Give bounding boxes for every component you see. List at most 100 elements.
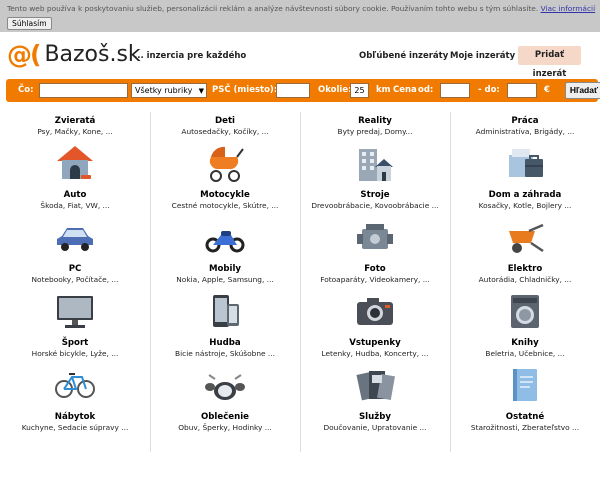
category-title[interactable]: Deti xyxy=(150,116,300,127)
category-cell[interactable]: Hudba Bicie nástroje, Skúšobne ... xyxy=(150,334,300,407)
category-subtitle[interactable]: Kosačky, Kotle, Bojlery ... xyxy=(450,201,600,211)
tagline: ... inzercia pre každého xyxy=(134,51,247,61)
search-radius-input[interactable] xyxy=(350,83,369,98)
category-cell[interactable]: Reality Byty predaj, Domy... xyxy=(300,112,450,185)
category-subtitle[interactable]: Kuchyne, Sedacie súpravy ... xyxy=(0,423,150,433)
category-cell[interactable]: Šport Horské bicykle, Lyže, ... xyxy=(0,334,150,407)
logo-mark: @( xyxy=(7,40,41,69)
category-cell[interactable]: Mobily Nokia, Apple, Samsung, ... xyxy=(150,260,300,333)
category-select[interactable]: Všetky rubriky ▼ xyxy=(131,83,207,98)
search-zip-input[interactable] xyxy=(276,83,310,98)
cookie-info-link[interactable]: Viac informácií xyxy=(541,4,596,13)
category-title[interactable]: Nábytok xyxy=(0,412,150,423)
category-cell[interactable]: Deti Autosedačky, Kočíky, ... xyxy=(150,112,300,185)
category-title[interactable]: Motocykle xyxy=(150,190,300,201)
search-submit-button[interactable]: Hľadať xyxy=(565,82,600,99)
bicycle-icon xyxy=(55,373,95,398)
category-subtitle[interactable]: Letenky, Hudba, Koncerty, ... xyxy=(300,349,450,359)
category-cell[interactable]: Oblečenie Obuv, Šperky, Hodinky ... xyxy=(150,408,300,481)
phone-icon xyxy=(213,295,239,327)
my-ads-link[interactable]: Moje inzeráty xyxy=(450,51,515,61)
category-title[interactable]: Knihy xyxy=(450,338,600,349)
category-cell[interactable]: Nábytok Kuchyne, Sedacie súpravy ... xyxy=(0,408,150,481)
search-price-from-input[interactable] xyxy=(440,83,470,98)
category-select-value: Všetky rubriky xyxy=(135,86,193,95)
category-title[interactable]: Elektro xyxy=(450,264,600,275)
search-what-label: Čo: xyxy=(18,85,34,95)
currency-label: € xyxy=(544,85,550,95)
category-cell[interactable]: Elektro Autorádia, Chladničky, ... xyxy=(450,260,600,333)
category-cell[interactable]: Dom a záhrada Kosačky, Kotle, Bojlery ..… xyxy=(450,186,600,259)
cookie-bar: Tento web používa k poskytovaniu služieb… xyxy=(0,0,600,32)
category-title[interactable]: Auto xyxy=(0,190,150,201)
category-title[interactable]: PC xyxy=(0,264,150,275)
book-icon xyxy=(513,369,537,401)
logo[interactable]: @( Bazoš.sk xyxy=(7,41,141,69)
favorites-link[interactable]: Obľúbené inzeráty xyxy=(359,51,448,61)
category-cell[interactable]: Zvieratá Psy, Mačky, Kone, ... xyxy=(0,112,150,185)
buildings-icon xyxy=(359,149,393,181)
category-subtitle[interactable]: Autorádia, Chladničky, ... xyxy=(450,275,600,285)
search-radius-label: Okolie: xyxy=(318,85,352,95)
category-cell[interactable]: Motocykle Cestné motocykle, Skútre, ... xyxy=(150,186,300,259)
category-title[interactable]: Služby xyxy=(300,412,450,423)
doghouse-icon xyxy=(57,146,93,179)
engine-icon xyxy=(357,224,393,249)
add-ad-button[interactable]: Pridať inzerát xyxy=(518,46,581,79)
car-icon xyxy=(57,228,93,251)
category-subtitle[interactable]: Notebooky, Počítače, ... xyxy=(0,275,150,285)
search-price-to-input[interactable] xyxy=(507,83,537,98)
category-subtitle[interactable]: Nokia, Apple, Samsung, ... xyxy=(150,275,300,285)
category-cell[interactable]: Práca Administratíva, Brigády, ... xyxy=(450,112,600,185)
logo-text: Bazoš.sk xyxy=(44,42,141,67)
monitor-icon xyxy=(57,296,93,328)
category-cell[interactable]: Auto Škoda, Fiat, VW, ... xyxy=(0,186,150,259)
category-title[interactable]: Hudba xyxy=(150,338,300,349)
category-subtitle[interactable]: Fotoaparáty, Videokamery, ... xyxy=(300,275,450,285)
category-title[interactable]: Zvieratá xyxy=(0,116,150,127)
cookie-message: Tento web používa k poskytovaniu služieb… xyxy=(7,4,539,13)
category-cell[interactable]: Vstupenky Letenky, Hudba, Koncerty, ... xyxy=(300,334,450,407)
search-what-input[interactable] xyxy=(39,83,128,98)
stroller-icon xyxy=(209,146,244,182)
category-subtitle[interactable]: Psy, Mačky, Kone, ... xyxy=(0,127,150,137)
category-title[interactable]: Reality xyxy=(300,116,450,127)
category-subtitle[interactable]: Autosedačky, Kočíky, ... xyxy=(150,127,300,137)
search-price-to-label: - do: xyxy=(478,85,500,95)
category-subtitle[interactable]: Administratíva, Brigády, ... xyxy=(450,127,600,137)
category-cell[interactable]: Stroje Drevoobrábacie, Kovoobrábacie ... xyxy=(300,186,450,259)
category-subtitle[interactable]: Starožitnosti, Zberateľstvo ... xyxy=(450,423,600,433)
search-bar: Čo: Všetky rubriky ▼ PSČ (miesto): Okoli… xyxy=(6,79,600,102)
category-cell[interactable]: Knihy Beletria, Učebnice, ... xyxy=(450,334,600,407)
briefcase-icon xyxy=(509,149,543,177)
category-subtitle[interactable]: Cestné motocykle, Skútre, ... xyxy=(150,201,300,211)
wheelbarrow-icon xyxy=(509,223,544,253)
category-cell[interactable]: Služby Doučovanie, Upratovanie ... xyxy=(300,408,450,481)
cookie-text: Tento web používa k poskytovaniu služieb… xyxy=(7,4,596,14)
category-subtitle[interactable]: Škoda, Fiat, VW, ... xyxy=(0,201,150,211)
category-subtitle[interactable]: Beletria, Učebnice, ... xyxy=(450,349,600,359)
category-subtitle[interactable]: Bicie nástroje, Skúšobne ... xyxy=(150,349,300,359)
category-cell[interactable]: Foto Fotoaparáty, Videokamery, ... xyxy=(300,260,450,333)
category-title[interactable]: Práca xyxy=(450,116,600,127)
category-subtitle[interactable]: Horské bicykle, Lyže, ... xyxy=(0,349,150,359)
category-subtitle[interactable]: Obuv, Šperky, Hodinky ... xyxy=(150,423,300,433)
cookie-accept-button[interactable]: Súhlasím xyxy=(7,17,52,30)
category-subtitle[interactable]: Doučovanie, Upratovanie ... xyxy=(300,423,450,433)
category-title[interactable]: Vstupenky xyxy=(300,338,450,349)
category-title[interactable]: Foto xyxy=(300,264,450,275)
motorcycle-icon xyxy=(205,231,245,253)
category-title[interactable]: Ostatné xyxy=(450,412,600,423)
category-title[interactable]: Mobily xyxy=(150,264,300,275)
washer-icon xyxy=(511,295,539,328)
category-subtitle[interactable]: Byty predaj, Domy... xyxy=(300,127,450,137)
search-price-from-label: od: xyxy=(418,85,434,95)
category-cell[interactable]: Ostatné Starožitnosti, Zberateľstvo ... xyxy=(450,408,600,481)
category-title[interactable]: Šport xyxy=(0,338,150,349)
category-cell[interactable]: PC Notebooky, Počítače, ... xyxy=(0,260,150,333)
category-title[interactable]: Stroje xyxy=(300,190,450,201)
category-subtitle[interactable]: Drevoobrábacie, Kovoobrábacie ... xyxy=(300,201,450,211)
category-title[interactable]: Oblečenie xyxy=(150,412,300,423)
search-price-label: Cena xyxy=(393,85,417,95)
category-title[interactable]: Dom a záhrada xyxy=(450,190,600,201)
